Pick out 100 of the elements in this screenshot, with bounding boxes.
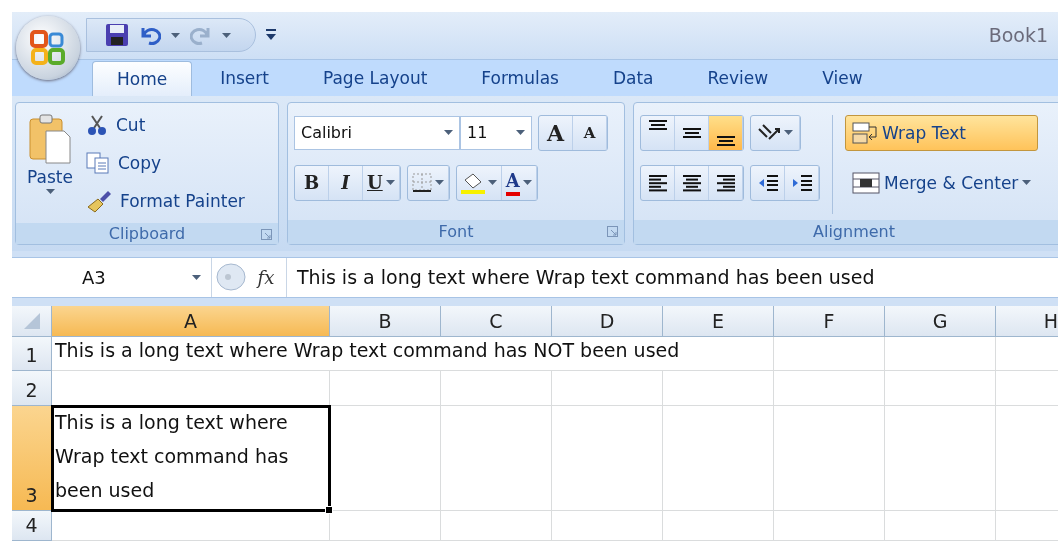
slider-handle-icon[interactable]	[216, 263, 246, 292]
ribbon-tab[interactable]: Data	[586, 59, 680, 96]
ribbon-tab[interactable]: Insert	[194, 59, 295, 96]
vertical-align-button[interactable]	[709, 115, 743, 150]
merge-cells-icon	[852, 171, 880, 194]
dropdown-caret-icon	[1022, 180, 1032, 186]
cell-text: This is a long text where Wrap text command has NOT been used	[55, 338, 680, 363]
window-title: Book1	[988, 24, 1048, 47]
sheet-cell[interactable]	[885, 511, 996, 541]
group-label: Alignment	[634, 219, 1058, 244]
grow-font-button[interactable]: A	[539, 115, 573, 150]
column-header[interactable]: F	[774, 306, 885, 337]
ribbon-tab[interactable]: Formulas	[455, 59, 585, 96]
column-header[interactable]: B	[330, 306, 441, 337]
paragraph-align-icon	[681, 173, 702, 192]
sheet-cell[interactable]	[552, 511, 663, 541]
wrap-text-icon	[852, 120, 878, 145]
clipboard-icon	[28, 112, 72, 165]
customize-toolbar-icon[interactable]	[266, 29, 276, 42]
column-header[interactable]: E	[663, 306, 774, 337]
logo-icon	[30, 30, 66, 66]
underline-button[interactable]: U	[363, 165, 400, 200]
dropdown-caret-icon	[487, 180, 497, 186]
dropdown-caret-icon	[385, 180, 395, 186]
sheet-cell[interactable]: This is a long text where Wrap text command has NOT been used	[52, 337, 774, 371]
sheet-cell[interactable]	[663, 406, 774, 511]
sheet-cell[interactable]	[441, 511, 552, 541]
sheet-cell[interactable]	[552, 406, 663, 511]
align-lines-icon	[682, 127, 701, 138]
function-label[interactable]: fx	[246, 266, 286, 288]
sheet-cell[interactable]	[441, 371, 552, 406]
sheet-cell[interactable]	[330, 371, 441, 406]
row-header[interactable]: 3	[12, 406, 52, 511]
column-header[interactable]: C	[441, 306, 552, 337]
font-size-field[interactable]: 11	[460, 115, 532, 150]
shrink-font-button[interactable]: A	[573, 115, 607, 150]
dropdown-caret-icon	[222, 32, 231, 38]
paragraph-align-icon	[647, 173, 668, 192]
format-painter-button[interactable]: Format Painter	[86, 184, 245, 217]
row-header[interactable]: 2	[12, 371, 52, 406]
dialog-launcher-icon[interactable]	[607, 225, 618, 237]
sheet-cell[interactable]	[885, 371, 996, 406]
sheet-cell[interactable]	[774, 406, 885, 511]
font-name-field[interactable]: Calibri	[294, 115, 460, 150]
sheet-cell[interactable]	[441, 406, 552, 511]
cell-text: This is a long text where Wrap text command has been used	[55, 410, 290, 503]
wrap-text-button[interactable]: Wrap Text	[845, 114, 1039, 151]
indent-icon	[790, 172, 813, 193]
sheet-cell[interactable]	[330, 511, 441, 541]
undo-icon[interactable]	[139, 25, 161, 46]
dropdown-caret-icon	[444, 130, 453, 136]
ribbon-tab[interactable]: Home	[92, 60, 193, 96]
paragraph-align-icon	[715, 173, 736, 192]
dropdown-caret-icon	[434, 180, 444, 186]
sheet-cell[interactable]	[774, 337, 885, 371]
sheet-cell[interactable]	[885, 406, 996, 511]
paste-button[interactable]: Paste	[22, 108, 78, 217]
sheet-cell[interactable]: This is a long text where Wrap text command has been used	[52, 406, 330, 511]
redo-icon[interactable]	[190, 25, 212, 46]
column-header[interactable]: G	[885, 306, 996, 337]
dropdown-caret-icon	[784, 130, 793, 136]
cut-button[interactable]: Cut	[86, 108, 245, 141]
sheet-cell[interactable]	[663, 371, 774, 406]
row-header[interactable]: 1	[12, 337, 52, 371]
dropdown-caret-icon	[522, 180, 532, 186]
italic-button[interactable]: I	[329, 165, 363, 200]
dropdown-caret-icon	[45, 188, 55, 194]
name-box[interactable]: A3	[12, 257, 212, 297]
ribbon-tab[interactable]: Page Layout	[296, 59, 454, 96]
sheet-cell[interactable]	[552, 371, 663, 406]
row-header[interactable]: 4	[12, 511, 52, 541]
select-all-corner[interactable]	[12, 306, 52, 337]
dropdown-caret-icon	[516, 130, 525, 136]
save-icon[interactable]	[105, 23, 129, 48]
dropdown-caret-icon	[192, 274, 201, 280]
column-header[interactable]: D	[552, 306, 663, 337]
dropdown-caret-icon	[171, 32, 180, 38]
column-header[interactable]: H	[996, 306, 1058, 337]
column-header[interactable]: A	[52, 306, 330, 337]
copy-icon	[86, 151, 110, 174]
group-label: Font	[288, 219, 624, 244]
sheet-cell[interactable]	[330, 406, 441, 511]
bold-button[interactable]: B	[295, 165, 329, 200]
borders-icon	[411, 172, 432, 193]
sheet-cell[interactable]	[885, 337, 996, 371]
corner-triangle-icon	[23, 313, 40, 329]
sheet-cell[interactable]	[52, 511, 330, 541]
align-lines-icon	[716, 135, 735, 146]
merge-center-button[interactable]: Merge & Center	[845, 164, 1039, 201]
sheet-cell[interactable]	[774, 511, 885, 541]
dialog-launcher-icon[interactable]	[261, 228, 272, 240]
ribbon-tab[interactable]: View	[796, 59, 889, 96]
ribbon-tab[interactable]: Review	[681, 59, 795, 96]
sheet-cell[interactable]	[663, 511, 774, 541]
formula-field[interactable]: This is a long text where Wrap text command has been used	[286, 257, 1058, 297]
sheet-cell[interactable]	[774, 371, 885, 406]
paint-bucket-icon	[460, 171, 485, 194]
copy-button[interactable]: Copy	[86, 146, 245, 179]
group-label: Clipboard	[16, 222, 278, 244]
fill-handle[interactable]	[325, 506, 333, 514]
